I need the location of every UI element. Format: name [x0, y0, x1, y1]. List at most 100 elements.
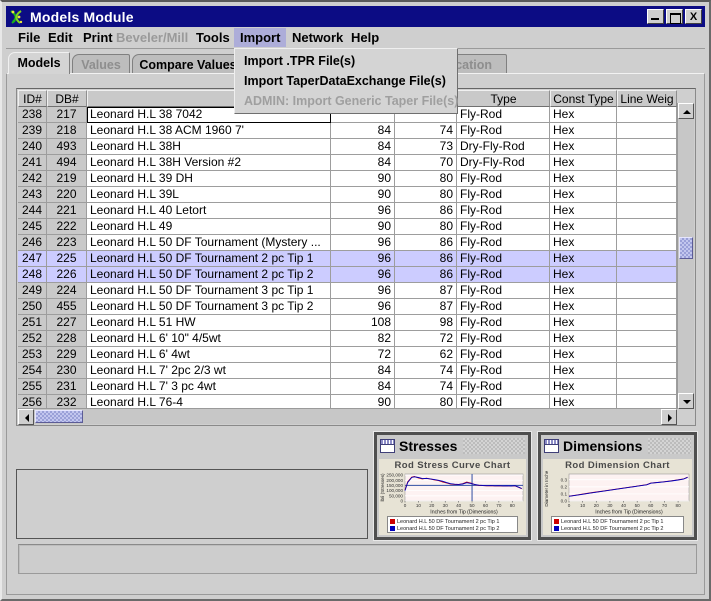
column-header-id-[interactable]: ID#: [18, 90, 47, 107]
cell-db[interactable]: 222: [47, 219, 87, 235]
menu-beveler-mill[interactable]: Beveler/Mill: [110, 28, 194, 47]
dimensions-panel[interactable]: Dimensions Rod Dimension Chart 0.00.10.2…: [538, 432, 697, 540]
cell-name[interactable]: Leonard H.L 50 DF Tournament 3 pc Tip 1: [87, 283, 331, 299]
cell-type[interactable]: Fly-Rod: [457, 379, 550, 395]
cell-line_weight[interactable]: [617, 363, 677, 379]
horizontal-scrollbar[interactable]: [18, 408, 677, 424]
cell-id[interactable]: 246: [18, 235, 47, 251]
scroll-down-button[interactable]: [678, 393, 694, 409]
cell-const_type[interactable]: Hex: [550, 139, 617, 155]
cell-c5[interactable]: 86: [395, 203, 457, 219]
table-row-246[interactable]: 246223Leonard H.L 50 DF Tournament (Myst…: [18, 235, 677, 251]
cell-const_type[interactable]: Hex: [550, 315, 617, 331]
table-row-240[interactable]: 240493Leonard H.L 38H8473Dry-Fly-RodHex: [18, 139, 677, 155]
cell-line_weight[interactable]: [617, 171, 677, 187]
cell-id[interactable]: 253: [18, 347, 47, 363]
cell-const_type[interactable]: Hex: [550, 267, 617, 283]
cell-id[interactable]: 248: [18, 267, 47, 283]
menu-import[interactable]: Import: [234, 28, 286, 47]
cell-name[interactable]: Leonard H.L 38H: [87, 139, 331, 155]
cell-name[interactable]: Leonard H.L 50 DF Tournament 3 pc Tip 2: [87, 299, 331, 315]
table-row-239[interactable]: 239218Leonard H.L 38 ACM 1960 7'8474Fly-…: [18, 123, 677, 139]
cell-db[interactable]: 227: [47, 315, 87, 331]
cell-id[interactable]: 239: [18, 123, 47, 139]
cell-c5[interactable]: 72: [395, 331, 457, 347]
cell-line_weight[interactable]: [617, 315, 677, 331]
cell-line_weight[interactable]: [617, 331, 677, 347]
cell-c4[interactable]: 90: [331, 219, 395, 235]
cell-const_type[interactable]: Hex: [550, 219, 617, 235]
cell-name[interactable]: Leonard H.L 49: [87, 219, 331, 235]
menu-edit[interactable]: Edit: [42, 28, 79, 47]
table-row-252[interactable]: 252228Leonard H.L 6' 10" 4/5wt8272Fly-Ro…: [18, 331, 677, 347]
minimize-button[interactable]: [647, 9, 664, 24]
table-row-254[interactable]: 254230Leonard H.L 7' 2pc 2/3 wt8474Fly-R…: [18, 363, 677, 379]
vertical-scroll-thumb[interactable]: [679, 237, 693, 259]
cell-db[interactable]: 223: [47, 235, 87, 251]
cell-c4[interactable]: 84: [331, 363, 395, 379]
cell-id[interactable]: 242: [18, 171, 47, 187]
table-row-251[interactable]: 251227Leonard H.L 51 HW10898Fly-RodHex: [18, 315, 677, 331]
cell-db[interactable]: 224: [47, 283, 87, 299]
menu-network[interactable]: Network: [286, 28, 349, 47]
cell-type[interactable]: Fly-Rod: [457, 315, 550, 331]
panel-grip-hatch[interactable]: [648, 438, 691, 454]
cell-type[interactable]: Fly-Rod: [457, 267, 550, 283]
stresses-panel[interactable]: Stresses Rod Stress Curve Chart 050,0001…: [374, 432, 531, 540]
cell-db[interactable]: 218: [47, 123, 87, 139]
table-row-253[interactable]: 253229Leonard H.L 6' 4wt7262Fly-RodHex: [18, 347, 677, 363]
horizontal-scroll-thumb[interactable]: [35, 410, 83, 423]
cell-db[interactable]: 220: [47, 187, 87, 203]
cell-id[interactable]: 247: [18, 251, 47, 267]
stresses-panel-titlebar[interactable]: Stresses: [377, 435, 528, 457]
column-header-line-weig[interactable]: Line Weig: [617, 90, 677, 107]
cell-db[interactable]: 455: [47, 299, 87, 315]
cell-type[interactable]: Fly-Rod: [457, 331, 550, 347]
cell-db[interactable]: 219: [47, 171, 87, 187]
cell-const_type[interactable]: Hex: [550, 363, 617, 379]
table-row-243[interactable]: 243220Leonard H.L 39L9080Fly-RodHex: [18, 187, 677, 203]
cell-c4[interactable]: 96: [331, 251, 395, 267]
cell-c5[interactable]: 80: [395, 171, 457, 187]
cell-c5[interactable]: 74: [395, 379, 457, 395]
cell-c5[interactable]: 70: [395, 155, 457, 171]
cell-c4[interactable]: 96: [331, 203, 395, 219]
cell-id[interactable]: 254: [18, 363, 47, 379]
cell-type[interactable]: Dry-Fly-Rod: [457, 155, 550, 171]
cell-const_type[interactable]: Hex: [550, 347, 617, 363]
cell-name[interactable]: Leonard H.L 50 DF Tournament (Mystery ..…: [87, 235, 331, 251]
cell-c5[interactable]: 74: [395, 123, 457, 139]
cell-db[interactable]: 494: [47, 155, 87, 171]
cell-c5[interactable]: 98: [395, 315, 457, 331]
cell-c5[interactable]: 74: [395, 363, 457, 379]
scroll-left-button[interactable]: [18, 409, 34, 425]
cell-db[interactable]: 493: [47, 139, 87, 155]
cell-const_type[interactable]: Hex: [550, 379, 617, 395]
title-bar[interactable]: Models Module X: [6, 6, 705, 27]
menu-help[interactable]: Help: [345, 28, 385, 47]
cell-name[interactable]: Leonard H.L 38 ACM 1960 7': [87, 123, 331, 139]
cell-c5[interactable]: 86: [395, 267, 457, 283]
cell-id[interactable]: 238: [18, 107, 47, 123]
cell-id[interactable]: 241: [18, 155, 47, 171]
cell-id[interactable]: 249: [18, 283, 47, 299]
cell-c5[interactable]: 86: [395, 251, 457, 267]
cell-id[interactable]: 252: [18, 331, 47, 347]
cell-line_weight[interactable]: [617, 203, 677, 219]
cell-const_type[interactable]: Hex: [550, 203, 617, 219]
cell-type[interactable]: Fly-Rod: [457, 107, 550, 123]
cell-c4[interactable]: 90: [331, 187, 395, 203]
cell-name[interactable]: Leonard H.L 39L: [87, 187, 331, 203]
scroll-right-button[interactable]: [661, 409, 677, 425]
cell-type[interactable]: Fly-Rod: [457, 187, 550, 203]
cell-const_type[interactable]: Hex: [550, 235, 617, 251]
cell-c4[interactable]: 96: [331, 235, 395, 251]
cell-type[interactable]: Fly-Rod: [457, 123, 550, 139]
table-row-244[interactable]: 244221Leonard H.L 40 Letort9686Fly-RodHe…: [18, 203, 677, 219]
cell-c4[interactable]: 96: [331, 283, 395, 299]
cell-id[interactable]: 255: [18, 379, 47, 395]
scroll-up-button[interactable]: [678, 103, 694, 119]
cell-type[interactable]: Fly-Rod: [457, 347, 550, 363]
cell-c5[interactable]: 87: [395, 299, 457, 315]
cell-db[interactable]: 217: [47, 107, 87, 123]
